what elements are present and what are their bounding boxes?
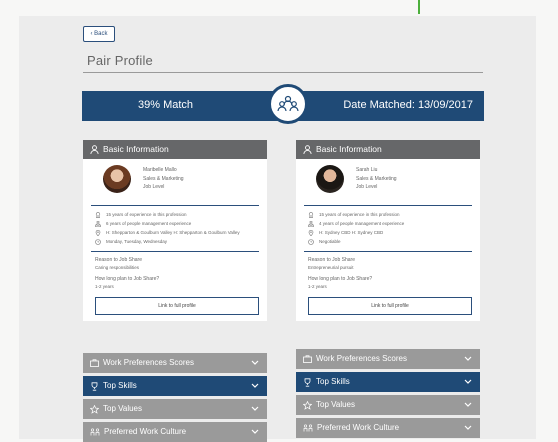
- duration-question: How long plan to Job Share?: [95, 276, 160, 282]
- job-share-details: Reason to Job Share Caring responsibilit…: [83, 252, 267, 290]
- work-culture-accordion[interactable]: Preferred Work Culture: [83, 422, 267, 442]
- location-fact: H: Sydney CBD H: Sydney CBD: [308, 230, 472, 236]
- chevron-down-icon: [251, 360, 259, 365]
- reason-question: Reason to Job Share: [308, 257, 355, 263]
- clock-icon: [308, 239, 314, 245]
- duration-question: How long plan to Job Share?: [308, 276, 373, 282]
- team-icon: [90, 428, 100, 436]
- chevron-down-icon: [251, 406, 259, 411]
- chevron-down-icon: [464, 425, 472, 430]
- avatar: [103, 165, 131, 193]
- location-pin-icon: [95, 230, 101, 236]
- profile-summary: Maribelle Mallo Sales & Marketing Job Le…: [83, 163, 267, 205]
- accent-line: [418, 0, 420, 14]
- profile-department: Sales & Marketing: [356, 175, 397, 182]
- org-chart-icon: [308, 221, 314, 227]
- profile-card-left: Basic Information Maribelle Mallo Sales …: [83, 140, 267, 321]
- full-profile-link[interactable]: Link to full profile: [308, 297, 472, 315]
- back-button[interactable]: ‹ Back: [83, 26, 115, 42]
- star-icon: [90, 404, 99, 414]
- management-fact: 4 years of people management experience: [308, 221, 472, 227]
- profile-level: Job Level: [356, 184, 378, 190]
- chevron-down-icon: [251, 429, 259, 434]
- days-fact: Monday, Tuesday, Wednesday: [95, 239, 259, 245]
- trophy-icon: [304, 377, 311, 387]
- award-icon: [308, 212, 314, 218]
- work-preferences-accordion[interactable]: Work Preferences Scores: [296, 349, 480, 369]
- basic-info-header: Basic Information: [83, 140, 267, 159]
- management-fact: 6 years of people management experience: [95, 221, 259, 227]
- award-icon: [95, 212, 101, 218]
- title-divider: [83, 72, 483, 73]
- briefcase-icon: [90, 359, 99, 367]
- location-fact: H: Shepparton & Goulburn Valley H: Shepp…: [95, 230, 259, 236]
- star-icon: [303, 400, 312, 410]
- top-skills-accordion[interactable]: Top Skills: [296, 372, 480, 392]
- days-fact: Negotiable: [308, 239, 472, 245]
- top-skills-accordion[interactable]: Top Skills: [83, 376, 267, 396]
- profile-summary: Sarah Liu Sales & Marketing Job Level: [296, 163, 480, 205]
- clock-icon: [95, 239, 101, 245]
- fact-list: 15 years of experience in this professio…: [83, 206, 267, 251]
- date-matched: Date Matched: 13/09/2017: [343, 99, 473, 111]
- team-icon: [303, 424, 313, 432]
- accordion-list-left: Work Preferences Scores Top Skills Top V…: [83, 350, 267, 442]
- work-culture-accordion[interactable]: Preferred Work Culture: [296, 418, 480, 438]
- reason-question: Reason to Job Share: [95, 257, 142, 263]
- profile-card-right: Basic Information Sarah Liu Sales & Mark…: [296, 140, 480, 321]
- work-preferences-accordion[interactable]: Work Preferences Scores: [83, 353, 267, 373]
- person-icon: [303, 145, 312, 154]
- profile-name: Sarah Liu: [356, 167, 378, 173]
- reason-answer: Caring responsibilities: [95, 265, 140, 270]
- experience-fact: 15 years of experience in this professio…: [308, 212, 472, 218]
- pair-icon: [268, 84, 308, 124]
- avatar: [316, 165, 344, 193]
- location-pin-icon: [308, 230, 314, 236]
- profile-name: Maribelle Mallo: [143, 167, 177, 173]
- chevron-down-icon: [464, 379, 472, 384]
- duration-answer: 1-2 years: [308, 284, 327, 289]
- fact-list: 15 years of experience in this professio…: [296, 206, 480, 251]
- full-profile-link[interactable]: Link to full profile: [95, 297, 259, 315]
- duration-answer: 1-2 years: [95, 284, 114, 289]
- experience-fact: 15 years of experience in this professio…: [95, 212, 259, 218]
- reason-answer: Entrepreneurial pursuit: [308, 265, 354, 270]
- profile-department: Sales & Marketing: [143, 175, 184, 182]
- basic-info-header: Basic Information: [296, 140, 480, 159]
- top-values-accordion[interactable]: Top Values: [296, 395, 480, 415]
- chevron-down-icon: [251, 383, 259, 388]
- person-icon: [90, 145, 99, 154]
- accordion-list-right: Work Preferences Scores Top Skills Top V…: [296, 346, 480, 438]
- briefcase-icon: [303, 355, 312, 363]
- chevron-down-icon: [464, 402, 472, 407]
- page-container: ‹ Back Pair Profile 39% Match Date Match…: [19, 16, 536, 442]
- org-chart-icon: [95, 221, 101, 227]
- trophy-icon: [91, 381, 98, 391]
- profile-level: Job Level: [143, 184, 165, 190]
- top-values-accordion[interactable]: Top Values: [83, 399, 267, 419]
- job-share-details: Reason to Job Share Entrepreneurial purs…: [296, 252, 480, 290]
- page-title: Pair Profile: [87, 53, 153, 68]
- match-percent: 39% Match: [138, 99, 194, 111]
- chevron-down-icon: [464, 356, 472, 361]
